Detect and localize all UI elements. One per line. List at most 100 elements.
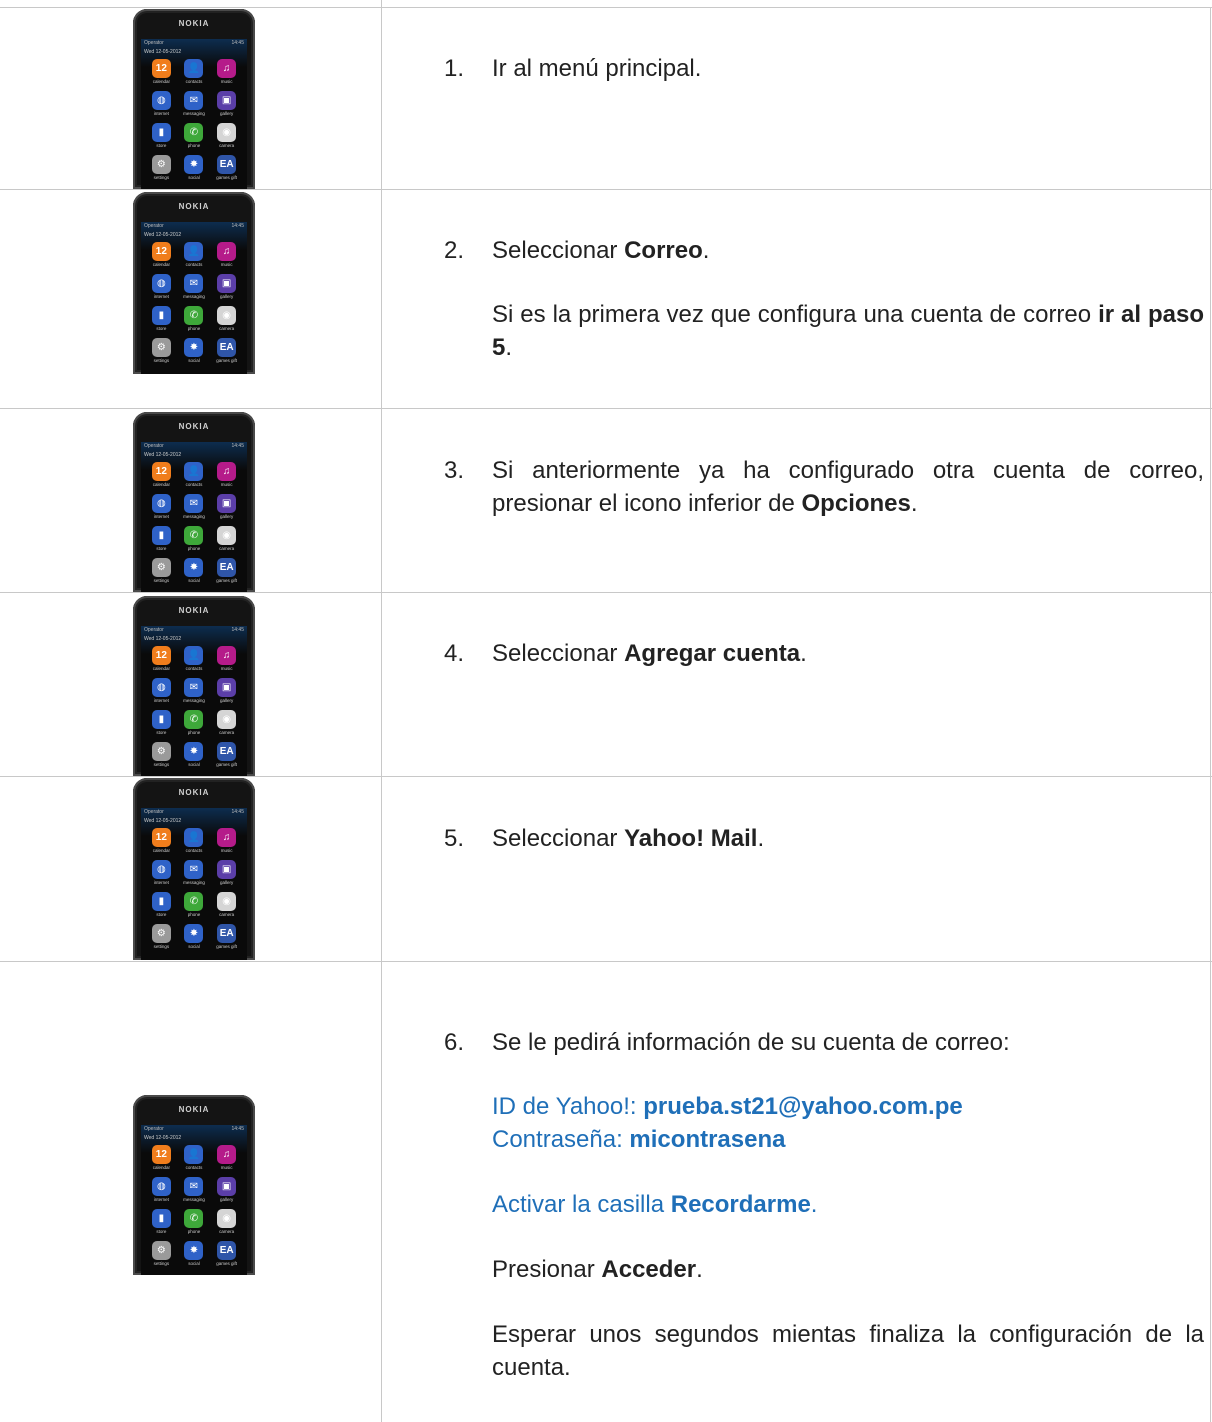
phone-app-label: internet xyxy=(153,294,169,299)
phone-app-label: messaging xyxy=(183,514,205,519)
phone-app: ✆ phone xyxy=(178,306,211,332)
phone-app-label: social xyxy=(188,175,200,180)
phone-app-label: contacts xyxy=(185,1165,203,1170)
games-gift-icon: EA xyxy=(217,155,237,174)
phone-app-label: games gift xyxy=(216,1261,238,1266)
phone-app-label: store xyxy=(156,730,167,735)
phone-date: Wed 12-05-2012 xyxy=(144,818,182,824)
messaging-icon: ✉ xyxy=(184,91,204,110)
phone-app: 👤 contacts xyxy=(178,1145,211,1171)
phone-app-label: contacts xyxy=(185,79,203,84)
step-number: 5. xyxy=(444,825,465,852)
phone-app: ✆ phone xyxy=(178,892,211,918)
gallery-icon: ▣ xyxy=(217,494,237,513)
phone-app-label: camera xyxy=(219,1229,235,1234)
phone-app-label: contacts xyxy=(185,666,203,671)
phone-app-label: store xyxy=(156,1229,167,1234)
phone-app-label: messaging xyxy=(183,294,205,299)
phone-app: ◍ internet xyxy=(145,91,178,117)
phone-app: ◉ camera xyxy=(210,306,243,332)
phone-app-label: messaging xyxy=(183,698,205,703)
phone-app-label: contacts xyxy=(185,848,203,853)
phone-app-label: phone xyxy=(187,326,201,331)
phone-app-label: settings xyxy=(153,175,170,180)
step-text: Seleccionar Yahoo! Mail. xyxy=(492,825,765,852)
phone-app: ▮ store xyxy=(145,306,178,332)
phone-app-label: games gift xyxy=(216,358,238,363)
phone-icon: ✆ xyxy=(184,306,204,325)
phone-app: ◉ camera xyxy=(210,526,243,552)
phone-app-label: phone xyxy=(187,1229,201,1234)
phone-app-label: settings xyxy=(153,944,170,949)
phone-app-label: messaging xyxy=(183,880,205,885)
calendar-icon: 12 xyxy=(151,462,171,481)
phone-app-label: gallery xyxy=(220,1197,234,1202)
phone-app-label: games gift xyxy=(216,762,238,767)
phone-app: EA games gift xyxy=(210,924,243,950)
camera-icon: ◉ xyxy=(217,123,237,142)
phone-screen: Operator 14:45 Wed 12-05-2012 12 calendar 👤 co… xyxy=(141,808,247,960)
contacts-icon: 👤 xyxy=(184,242,204,261)
row-divider xyxy=(0,592,1212,593)
phone-app: 12 calendar xyxy=(145,59,178,85)
step-number: 4. xyxy=(444,640,465,667)
phone-app-label: calendar xyxy=(152,666,170,671)
phone-app: ▮ store xyxy=(145,1209,178,1235)
phone-app-label: phone xyxy=(187,912,201,917)
phone-app-label: settings xyxy=(153,358,170,363)
phone-app: ✆ phone xyxy=(178,526,211,552)
phone-app: ◍ internet xyxy=(145,494,178,520)
step-text: Seleccionar Correo. xyxy=(492,237,710,264)
phone-brand: NOKIA xyxy=(178,202,210,211)
row-divider xyxy=(0,776,1212,777)
phone-app: ⚙ settings xyxy=(145,742,178,768)
phone-app: ⚙ settings xyxy=(145,1241,178,1267)
phone-app: 👤 contacts xyxy=(178,242,211,268)
phone-app: ♫ music xyxy=(210,828,243,854)
phone-app: ♫ music xyxy=(210,59,243,85)
phone-app: ▣ gallery xyxy=(210,91,243,117)
contacts-icon: 👤 xyxy=(184,646,204,665)
phone-brand: NOKIA xyxy=(178,19,210,28)
messaging-icon: ✉ xyxy=(184,274,204,293)
phone-app: ◉ camera xyxy=(210,710,243,736)
phone-app-label: music xyxy=(220,666,233,671)
phone-icon: ✆ xyxy=(184,526,204,545)
phone-brand: NOKIA xyxy=(178,606,210,615)
phone-app: ♫ music xyxy=(210,646,243,672)
social-icon: ✸ xyxy=(184,924,204,943)
phone-app-label: store xyxy=(156,326,167,331)
phone-app: ✉ messaging xyxy=(178,494,211,520)
phone-app-label: music xyxy=(220,79,233,84)
step-text: Si anteriormente ya ha configurado otra … xyxy=(492,457,1204,517)
store-icon: ▮ xyxy=(151,892,171,911)
calendar-icon: 12 xyxy=(151,646,171,665)
phone-app: ✉ messaging xyxy=(178,860,211,886)
phone-app-label: camera xyxy=(219,730,235,735)
gallery-icon: ▣ xyxy=(217,860,237,879)
store-icon: ▮ xyxy=(151,123,171,142)
contacts-icon: 👤 xyxy=(184,828,204,847)
phone-app: ▣ gallery xyxy=(210,1177,243,1203)
phone-app: ✸ social xyxy=(178,742,211,768)
phone-app: ⚙ settings xyxy=(145,924,178,950)
phone-app-label: games gift xyxy=(216,175,238,180)
camera-icon: ◉ xyxy=(217,526,237,545)
phone-app-label: calendar xyxy=(152,482,170,487)
games-gift-icon: EA xyxy=(217,742,237,761)
phone-date: Wed 12-05-2012 xyxy=(144,49,182,55)
phone-app: ⚙ settings xyxy=(145,338,178,364)
phone-brand: NOKIA xyxy=(178,1105,210,1114)
messaging-icon: ✉ xyxy=(184,860,204,879)
phone-app-label: games gift xyxy=(216,578,238,583)
phone-app-label: gallery xyxy=(220,514,234,519)
phone-app-label: phone xyxy=(187,730,201,735)
music-icon: ♫ xyxy=(217,462,237,481)
calendar-icon: 12 xyxy=(151,59,171,78)
phone-app: ♫ music xyxy=(210,1145,243,1171)
phone-app: ✸ social xyxy=(178,338,211,364)
phone-app: EA games gift xyxy=(210,742,243,768)
phone-icon: ✆ xyxy=(184,1209,204,1228)
phone-app: 12 calendar xyxy=(145,242,178,268)
phone-app: ♫ music xyxy=(210,242,243,268)
